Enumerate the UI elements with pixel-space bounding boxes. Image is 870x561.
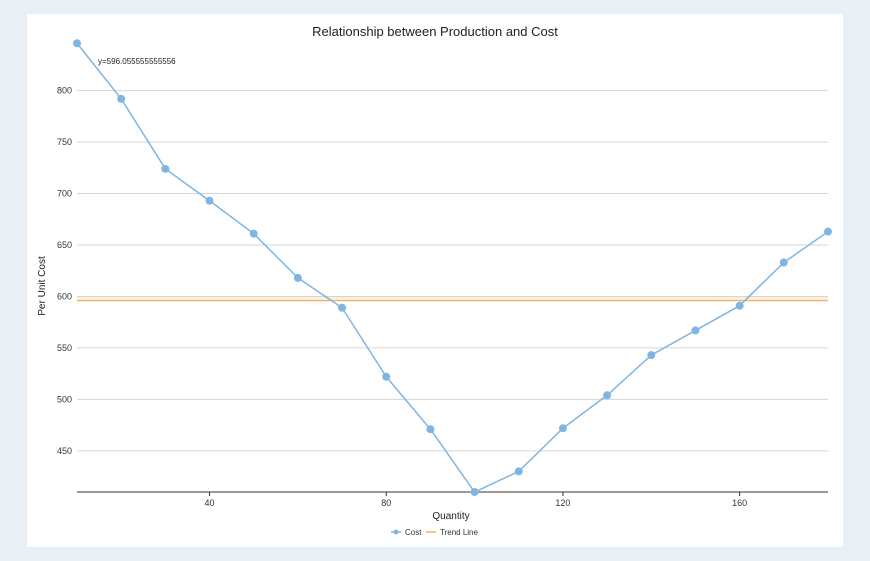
cost-point-90 <box>426 425 435 434</box>
y-tick-label-550: 550 <box>57 343 72 353</box>
chart-title: Relationship between Production and Cost <box>312 24 558 39</box>
cost-point-100 <box>470 488 479 496</box>
y-tick-label-600: 600 <box>57 291 72 301</box>
y-tick-label-750: 750 <box>57 137 72 147</box>
legend-trend-label: Trend Line <box>440 528 479 537</box>
cost-point-30 <box>161 164 170 173</box>
legend-cost-label: Cost <box>405 528 422 537</box>
cost-point-110 <box>514 467 523 476</box>
trend-line <box>77 297 828 302</box>
y-tick-label-500: 500 <box>57 394 72 404</box>
cost-series <box>73 39 832 496</box>
cost-point-170 <box>779 258 788 267</box>
cost-point-120 <box>558 424 567 433</box>
cost-line <box>76 42 829 493</box>
x-tick-label-120: 120 <box>555 498 570 508</box>
cost-point-50 <box>249 229 258 238</box>
chart: Relationship between Production and Cost… <box>37 24 832 537</box>
x-tick-label-160: 160 <box>732 498 747 508</box>
cost-point-60 <box>293 273 302 282</box>
cost-point-10 <box>73 39 81 48</box>
legend-item-cost[interactable]: Cost <box>391 528 422 537</box>
gridlines <box>77 90 828 452</box>
y-tick-label-650: 650 <box>57 240 72 250</box>
y-axis-title: Per Unit Cost <box>37 256 48 316</box>
cost-point-180 <box>824 227 832 236</box>
y-axis-ticks: 450 500 550 600 650 700 750 800 <box>57 86 72 456</box>
cost-point-40 <box>205 196 214 205</box>
cost-point-70 <box>338 303 347 312</box>
legend-item-trend-line[interactable]: Trend Line <box>426 528 479 537</box>
chart-card: Relationship between Production and Cost… <box>27 14 843 547</box>
trend-equation-label: y=596.055555555556 <box>98 57 176 66</box>
cost-point-80 <box>382 372 391 381</box>
cost-point-130 <box>603 391 612 400</box>
y-tick-label-700: 700 <box>57 189 72 199</box>
cost-point-160 <box>735 301 744 310</box>
y-tick-label-800: 800 <box>57 86 72 96</box>
x-axis-title: Quantity <box>432 511 469 522</box>
legend-cost-marker <box>393 529 399 535</box>
cost-point-140 <box>647 351 656 360</box>
cost-point-20 <box>117 94 126 103</box>
x-tick-label-80: 80 <box>381 498 391 508</box>
cost-point-150 <box>691 326 700 335</box>
y-tick-label-450: 450 <box>57 446 72 456</box>
x-tick-label-40: 40 <box>205 498 215 508</box>
legend: Cost Trend Line <box>391 528 479 537</box>
